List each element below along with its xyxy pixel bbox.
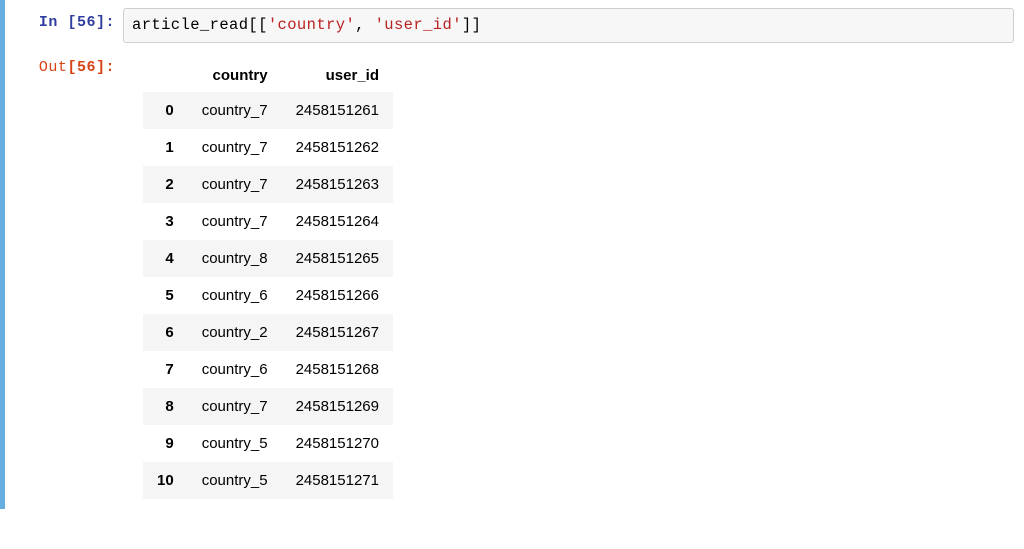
table-row: 7country_62458151268: [143, 351, 393, 388]
cell: 2458151263: [282, 166, 393, 203]
cell: 2458151264: [282, 203, 393, 240]
cell: 2458151261: [282, 92, 393, 129]
output-prompt: Out[56]:: [15, 53, 123, 76]
table-row: 2country_72458151263: [143, 166, 393, 203]
input-prompt: In [56]:: [15, 8, 123, 31]
table-row: 10country_52458151271: [143, 462, 393, 499]
cell: country_7: [188, 203, 282, 240]
row-index: 6: [143, 314, 188, 351]
header-row: country user_id: [143, 59, 393, 92]
cell: country_2: [188, 314, 282, 351]
colon: :: [105, 59, 115, 76]
input-row: In [56]: article_read[['country', 'user_…: [15, 8, 1014, 43]
table-row: 3country_72458151264: [143, 203, 393, 240]
bracket-open: [: [67, 59, 77, 76]
row-index: 9: [143, 425, 188, 462]
table-row: 8country_72458151269: [143, 388, 393, 425]
output-row: Out[56]: country user_id 0country_724581…: [15, 53, 1014, 499]
input-area[interactable]: article_read[['country', 'user_id']]: [123, 8, 1014, 43]
output-area: country user_id 0country_724581512611cou…: [143, 53, 393, 499]
row-index: 4: [143, 240, 188, 277]
cell: country_8: [188, 240, 282, 277]
input-exec-count: 56: [77, 14, 96, 31]
corner-cell: [143, 59, 188, 92]
row-index: 1: [143, 129, 188, 166]
bracket-open: [: [67, 14, 77, 31]
output-prompt-word: Out: [39, 59, 68, 76]
cell: 2458151262: [282, 129, 393, 166]
row-index: 8: [143, 388, 188, 425]
cell: 2458151268: [282, 351, 393, 388]
row-index: 3: [143, 203, 188, 240]
row-index: 2: [143, 166, 188, 203]
cell: country_7: [188, 129, 282, 166]
cell: country_7: [188, 92, 282, 129]
cell: country_7: [188, 166, 282, 203]
output-exec-count: 56: [77, 59, 96, 76]
row-index: 10: [143, 462, 188, 499]
cell: 2458151269: [282, 388, 393, 425]
cell: 2458151271: [282, 462, 393, 499]
code-variable: article_read: [132, 16, 248, 34]
cell: country_7: [188, 388, 282, 425]
row-index: 0: [143, 92, 188, 129]
row-index: 7: [143, 351, 188, 388]
input-prompt-word: In: [39, 14, 58, 31]
cell: 2458151267: [282, 314, 393, 351]
cell: country_6: [188, 277, 282, 314]
table-row: 1country_72458151262: [143, 129, 393, 166]
code-col-0: 'country': [268, 16, 355, 34]
cell: 2458151266: [282, 277, 393, 314]
cell: country_6: [188, 351, 282, 388]
code-cell[interactable]: article_read[['country', 'user_id']]: [123, 8, 1014, 43]
table-row: 9country_52458151270: [143, 425, 393, 462]
notebook-cell: In [56]: article_read[['country', 'user_…: [0, 0, 1024, 509]
cell: country_5: [188, 462, 282, 499]
table-row: 6country_22458151267: [143, 314, 393, 351]
col-header-user_id: user_id: [282, 59, 393, 92]
code-col-1: 'user_id': [375, 16, 462, 34]
table-row: 5country_62458151266: [143, 277, 393, 314]
table-row: 0country_72458151261: [143, 92, 393, 129]
col-header-country: country: [188, 59, 282, 92]
cell: country_5: [188, 425, 282, 462]
dataframe: country user_id 0country_724581512611cou…: [143, 59, 393, 499]
row-index: 5: [143, 277, 188, 314]
cell: 2458151270: [282, 425, 393, 462]
cell: 2458151265: [282, 240, 393, 277]
table-row: 4country_82458151265: [143, 240, 393, 277]
colon: :: [105, 14, 115, 31]
